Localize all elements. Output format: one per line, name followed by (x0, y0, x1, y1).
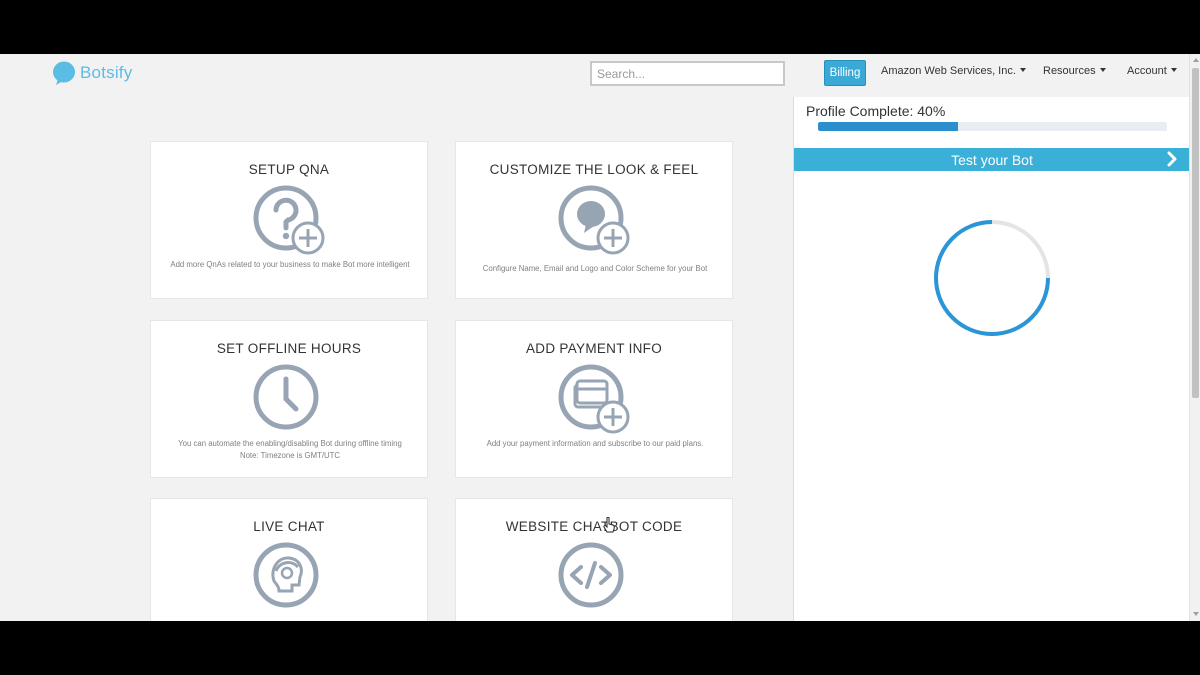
botsify-logo[interactable]: Botsify (52, 59, 132, 87)
chat-bubble-logo-icon (53, 61, 75, 85)
card-description: Add your payment information and subscri… (486, 439, 704, 448)
scroll-up-icon[interactable] (1193, 58, 1199, 62)
caret-down-icon (1019, 68, 1026, 73)
card-title: SETUP QNA (248, 162, 330, 177)
scrollbar-thumb[interactable] (1192, 68, 1199, 398)
clock-icon (253, 364, 319, 430)
resources-dropdown[interactable]: Resources (1043, 65, 1106, 77)
org-dropdown-label: Amazon Web Services, Inc. (881, 65, 1016, 77)
card-title: WEBSITE CHATBOT CODE (505, 519, 683, 534)
card-title: LIVE CHAT (253, 519, 325, 534)
card-title: ADD PAYMENT INFO (525, 341, 663, 356)
card-note: Note: Timezone is GMT/UTC (239, 451, 341, 460)
caret-down-icon (1099, 68, 1106, 73)
code-icon (558, 542, 624, 608)
question-add-icon (253, 185, 325, 255)
org-dropdown[interactable]: Amazon Web Services, Inc. (881, 65, 1026, 77)
card-title: SET OFFLINE HOURS (216, 341, 362, 356)
account-dropdown[interactable]: Account (1127, 65, 1177, 77)
chevron-right-icon (1167, 151, 1177, 167)
card-description: Configure Name, Email and Logo and Color… (482, 264, 708, 273)
loading-spinner-icon (934, 220, 1050, 336)
video-letterbox-top (0, 0, 1200, 54)
card-title: CUSTOMIZE THE LOOK & FEEL (489, 162, 699, 177)
billing-button[interactable]: Billing (824, 60, 866, 86)
profile-progress-fill (818, 122, 958, 131)
test-bot-label: Test your Bot (951, 151, 1033, 168)
card-add-icon (558, 364, 630, 434)
card-setup-qna[interactable]: SETUP QNA Add more QnAs related to your … (150, 141, 428, 299)
hand-cursor-icon (603, 517, 615, 533)
search-input[interactable] (590, 61, 785, 86)
page-scrollbar[interactable] (1189, 54, 1200, 621)
card-live-chat[interactable]: LIVE CHAT (150, 498, 428, 621)
resources-dropdown-label: Resources (1043, 65, 1096, 77)
card-description: You can automate the enabling/disabling … (178, 439, 402, 448)
card-description: Add more QnAs related to your business t… (170, 260, 410, 269)
card-payment-info[interactable]: ADD PAYMENT INFO Add your payment inform… (455, 320, 733, 478)
card-customize-look[interactable]: CUSTOMIZE THE LOOK & FEEL Configure Name… (455, 141, 733, 299)
card-chatbot-code[interactable]: WEBSITE CHATBOT CODE (455, 498, 733, 621)
profile-progress-bar (818, 122, 1167, 131)
profile-panel: Profile Complete: 40% Test your Bot (793, 97, 1190, 621)
brand-name: Botsify (80, 63, 133, 82)
app-window: Botsify Billing Amazon Web Services, Inc… (0, 54, 1200, 621)
chat-bubble-add-icon (558, 185, 630, 255)
profile-complete-label: Profile Complete: 40% (806, 103, 946, 119)
caret-down-icon (1170, 68, 1177, 73)
test-bot-button[interactable]: Test your Bot (794, 148, 1190, 171)
scroll-down-icon[interactable] (1193, 612, 1199, 616)
card-offline-hours[interactable]: SET OFFLINE HOURS You can automate the e… (150, 320, 428, 478)
account-dropdown-label: Account (1127, 65, 1167, 77)
headset-agent-icon (253, 542, 319, 608)
video-letterbox-bottom (0, 621, 1200, 675)
